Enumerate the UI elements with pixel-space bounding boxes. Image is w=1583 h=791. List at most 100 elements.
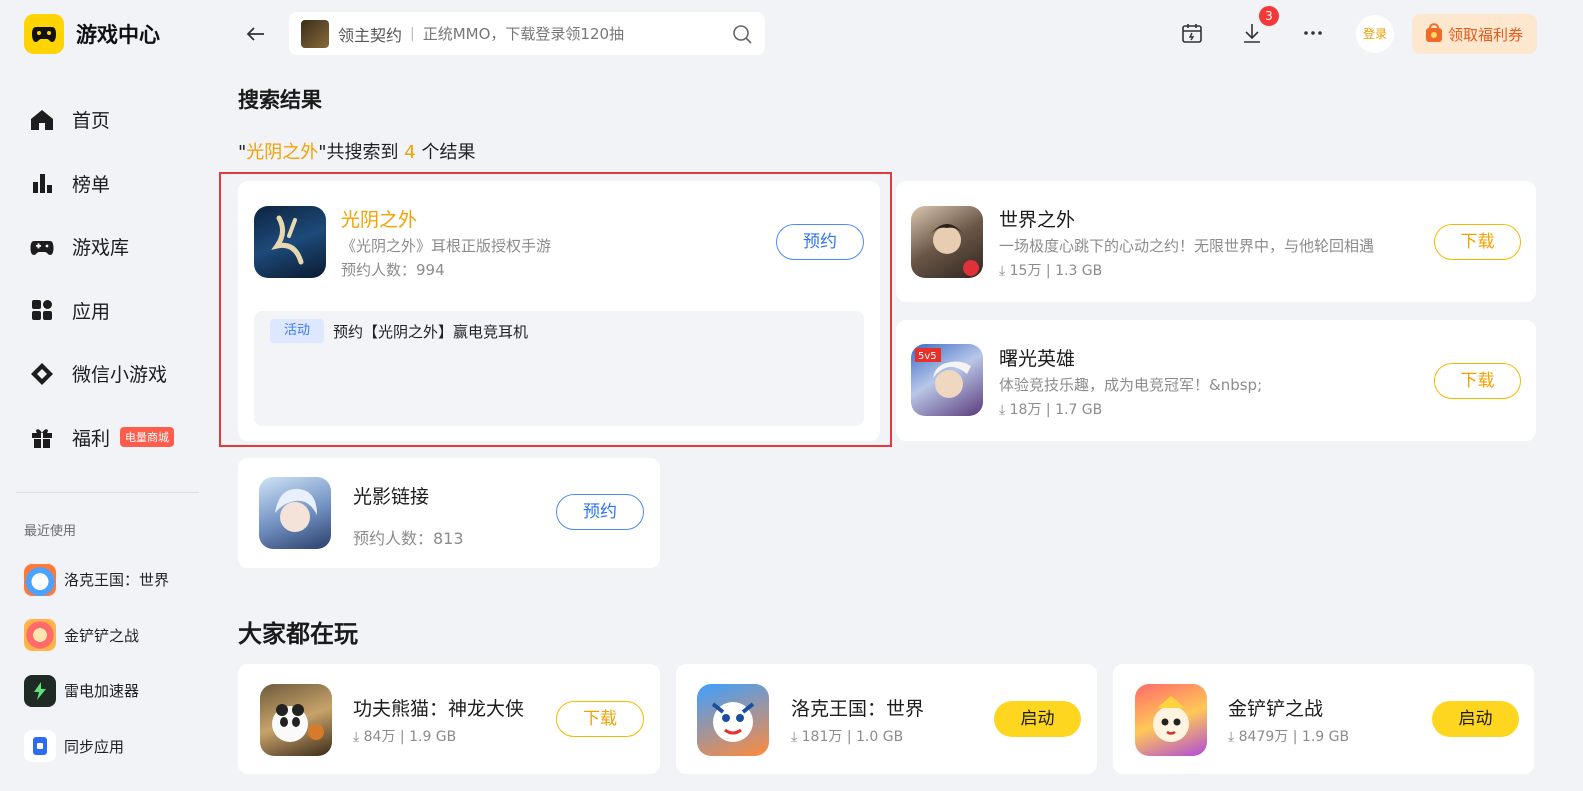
roco-kingdom-meta: ⤓ 181万 | 1.0 GB	[791, 726, 903, 746]
recent-item[interactable]: 金铲铲之战	[24, 608, 169, 664]
calendar-icon[interactable]	[1179, 20, 1205, 46]
arrow-left-icon	[246, 27, 264, 41]
roco-kingdom-app-icon[interactable]	[697, 684, 769, 756]
tft-app-icon[interactable]	[1135, 684, 1207, 756]
download-count: 18万	[1009, 402, 1042, 418]
sidebar-item-label: 微信小游戏	[72, 364, 168, 387]
download-count: 8479万	[1238, 729, 1289, 745]
kungfu-panda-download-button[interactable]: 下载	[556, 701, 644, 737]
recent-item-label: 洛克王国：世界	[64, 571, 170, 590]
shijie-name[interactable]: 世界之外	[999, 205, 1075, 232]
kungfu-panda-name[interactable]: 功夫熊猫：神龙大侠	[353, 694, 524, 721]
sidebar-item-label: 首页	[72, 110, 111, 133]
wechat-game-icon	[28, 360, 56, 388]
search-placeholder-desc: 正统MMO，下载登录领120抽	[422, 25, 625, 43]
small-download-icon: ⤓	[353, 729, 364, 745]
shijie-app-icon[interactable]	[911, 206, 983, 278]
sidebar-item-welfare[interactable]: 福利 电量商城	[28, 406, 175, 470]
recent-item[interactable]: 同步应用	[24, 719, 169, 775]
roco-kingdom-app-icon	[24, 563, 56, 596]
small-download-icon: ⤓	[791, 729, 802, 745]
meta-separator: |	[1041, 402, 1056, 418]
tft-meta: ⤓ 8479万 | 1.9 GB	[1228, 726, 1349, 746]
result-summary-suffix: 个结果	[415, 142, 476, 163]
selection-highlight-frame	[219, 172, 892, 447]
download-icon[interactable]	[1239, 20, 1265, 46]
shuguang-desc: 体验竞技乐趣，成为电竞冠军！&nbsp;	[999, 376, 1263, 394]
recent-title: 最近使用	[24, 524, 77, 539]
small-download-icon: ⤓	[999, 263, 1010, 279]
sidebar-item-label: 福利	[72, 427, 111, 450]
search-placeholder-game: 领主契约	[338, 25, 403, 45]
guangying-reservation-count: 预约人数：813	[353, 529, 464, 548]
tft-launch-button[interactable]: 启动	[1432, 701, 1519, 737]
download-count: 181万	[801, 729, 843, 745]
search-separator: |	[410, 25, 415, 42]
rank-icon	[28, 169, 56, 197]
search-result-summary: "光阴之外"共搜索到 4 个结果	[238, 138, 475, 164]
sidebar-divider	[16, 492, 199, 493]
thunder-accelerator-app-icon	[24, 674, 56, 707]
small-download-icon: ⤓	[999, 402, 1010, 418]
guangying-reserve-button[interactable]: 预约	[556, 494, 644, 530]
shuguang-name[interactable]: 曙光英雄	[999, 344, 1075, 371]
sidebar-item-label: 游戏库	[72, 237, 130, 260]
guangying-app-icon[interactable]	[259, 477, 331, 549]
gamepad-logo-icon	[24, 14, 64, 54]
tft-app-icon	[24, 619, 56, 652]
search-results-title: 搜索结果	[238, 88, 322, 112]
sidebar-item-label: 榜单	[72, 173, 111, 196]
sidebar-item-label: 应用	[72, 300, 111, 323]
file-size: 1.7 GB	[1055, 402, 1103, 418]
file-size: 1.3 GB	[1055, 263, 1103, 279]
app-title: 游戏中心	[76, 23, 160, 47]
shuguang-download-button[interactable]: 下载	[1434, 363, 1521, 399]
login-button[interactable]: 登录	[1356, 15, 1394, 53]
shijie-download-button[interactable]: 下载	[1434, 224, 1521, 260]
meta-separator: |	[842, 729, 856, 745]
result-count: 4	[404, 142, 416, 163]
search-icon[interactable]	[731, 23, 753, 45]
home-icon	[28, 106, 56, 134]
kungfu-panda-app-icon[interactable]	[260, 684, 332, 756]
meta-separator: |	[1041, 263, 1056, 279]
recent-item-label: 雷电加速器	[64, 682, 140, 701]
back-button[interactable]	[242, 20, 270, 48]
gift-icon	[28, 423, 56, 451]
download-count: 15万	[1009, 263, 1042, 279]
sidebar-nav: 首页 榜单 游戏库 应用 微信小游戏 福利 电量商城	[28, 88, 175, 470]
sidebar-item-home[interactable]: 首页	[28, 88, 174, 152]
result-summary-text: "共搜索到	[318, 142, 405, 163]
recent-item-label: 同步应用	[64, 737, 125, 756]
recent-item[interactable]: 洛克王国：世界	[24, 552, 169, 608]
shijie-desc: 一场极度心跳下的心动之约！无限世界中，与他轮回相遇	[999, 237, 1375, 255]
roco-kingdom-name[interactable]: 洛克王国：世界	[791, 694, 924, 721]
small-download-icon: ⤓	[1228, 729, 1239, 745]
svg-text:5v5: 5v5	[918, 351, 937, 362]
download-count: 84万	[363, 729, 396, 745]
sidebar-item-apps[interactable]: 应用	[28, 279, 174, 343]
recent-item[interactable]: 雷电加速器	[24, 663, 169, 719]
sidebar-item-rank[interactable]: 榜单	[28, 152, 174, 216]
coupon-button[interactable]: 领取福利券	[1412, 14, 1537, 54]
sync-app-icon	[24, 730, 56, 763]
sidebar-item-wechat-games[interactable]: 微信小游戏	[28, 342, 174, 406]
popular-section-title: 大家都在玩	[238, 620, 358, 648]
tft-name[interactable]: 金铲铲之战	[1228, 694, 1323, 721]
roco-kingdom-launch-button[interactable]: 启动	[994, 701, 1081, 737]
guangying-name[interactable]: 光影链接	[353, 482, 429, 509]
shuguang-app-icon[interactable]: 5v5	[911, 344, 983, 416]
more-icon[interactable]	[1300, 20, 1326, 46]
kungfu-panda-meta: ⤓ 84万 | 1.9 GB	[353, 726, 456, 746]
mall-badge[interactable]: 电量商城	[120, 427, 175, 448]
search-query-highlight: 光阴之外	[246, 142, 319, 163]
search-game-thumbnail	[301, 19, 329, 48]
coupon-label: 领取福利券	[1448, 25, 1524, 44]
shuguang-meta: ⤓ 18万 | 1.7 GB	[999, 399, 1102, 419]
file-size: 1.0 GB	[856, 729, 904, 745]
search-bar[interactable]: 领主契约 | 正统MMO，下载登录领120抽	[289, 12, 765, 55]
recent-item-label: 金铲铲之战	[64, 626, 140, 645]
app-logo[interactable]: 游戏中心	[24, 14, 160, 54]
meta-separator: |	[395, 729, 410, 745]
sidebar-item-game-library[interactable]: 游戏库	[28, 215, 174, 279]
